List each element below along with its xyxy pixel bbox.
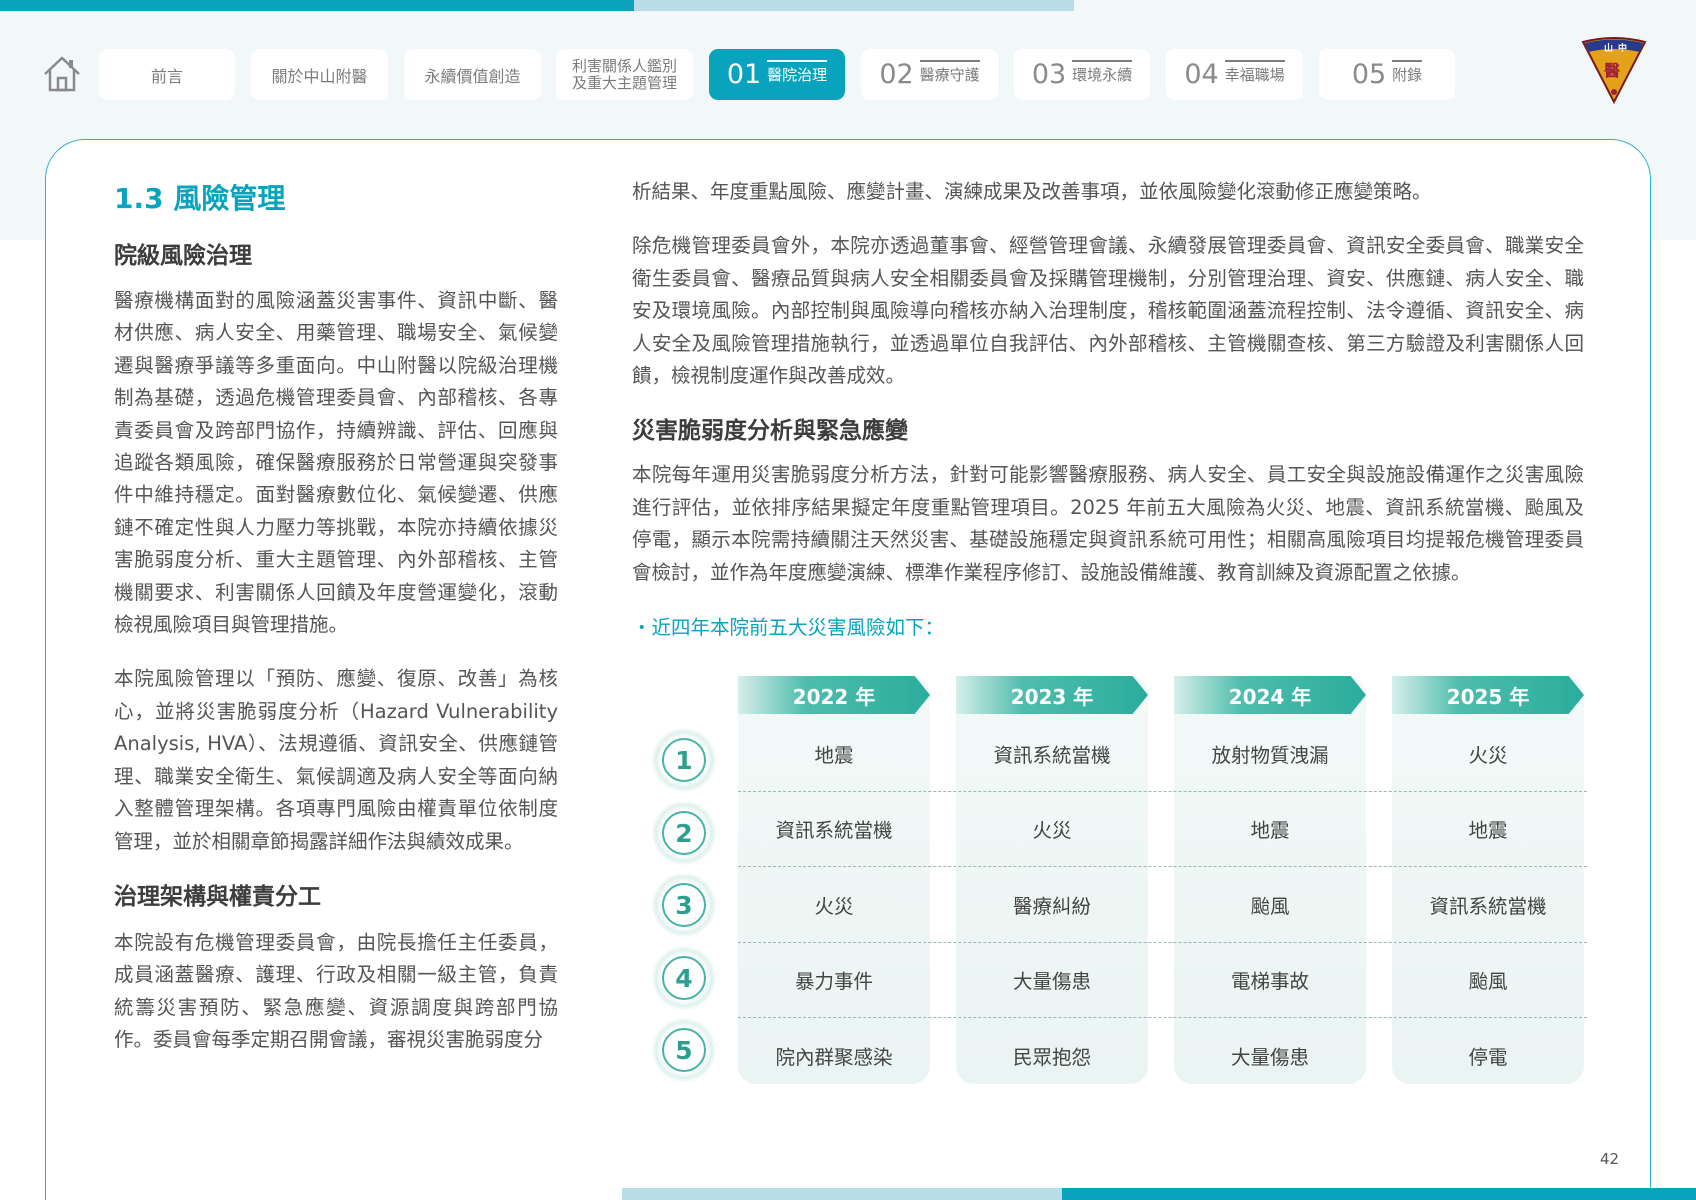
tab-appendix[interactable]: 05 附錄 — [1319, 49, 1455, 100]
tab-label: 永續價值創造 — [424, 66, 521, 86]
rank-number: 2 — [662, 811, 706, 855]
table-cell: 地震 — [1250, 819, 1290, 842]
table-cell: 資訊系統當機 — [993, 744, 1111, 767]
table-cell: 院內群聚感染 — [775, 1046, 893, 1069]
page-number: 42 — [1600, 1150, 1620, 1168]
paragraph: 本院設有危機管理委員會，由院長擔任主任委員，成員涵蓋醫療、護理、行政及相關一級主… — [114, 930, 558, 1052]
svg-text:山: 山 — [1604, 42, 1613, 54]
tab-label: 關於中山附醫 — [271, 66, 368, 86]
rank-badge: 3 — [652, 873, 716, 937]
tab-preface[interactable]: 前言 — [99, 49, 235, 100]
top-accent-bar-light — [634, 0, 1074, 11]
table-cell: 停電 — [1468, 1046, 1508, 1069]
paragraph: 醫療機構面對的風險涵蓋災害事件、資訊中斷、醫材供應、病人安全、用藥管理、職場安全… — [114, 289, 558, 637]
table-cell: 地震 — [814, 744, 854, 767]
heading-risk-governance: 院級風險治理 — [114, 243, 252, 269]
rank-badge: 4 — [652, 946, 716, 1010]
tab-stakeholders[interactable]: 利害關係人鑑別 及重大主題管理 — [556, 49, 693, 100]
tab-label: 環境永續 — [1072, 60, 1133, 85]
tab-number: 02 — [879, 59, 914, 90]
rank-number: 4 — [662, 956, 706, 1000]
table-cell: 大量傷患 — [1012, 970, 1091, 993]
bottom-accent-bar — [1062, 1188, 1696, 1200]
table-cell: 火災 — [1032, 819, 1072, 842]
table-cell: 民眾抱怨 — [1012, 1046, 1091, 1069]
paragraph: 本院每年運用災害脆弱度分析方法，針對可能影響醫療服務、病人安全、員工安全與設施設… — [632, 463, 1584, 584]
tab-number: 05 — [1351, 59, 1387, 90]
tab-environment[interactable]: 03 環境永續 — [1014, 49, 1150, 100]
table-cell: 資訊系統當機 — [1429, 895, 1547, 918]
top-accent-bar — [0, 0, 634, 11]
year-header: 2025 年 — [1392, 676, 1584, 714]
table-cell: 大量傷患 — [1230, 1046, 1309, 1069]
rank-number: 1 — [662, 738, 706, 782]
svg-text:醫: 醫 — [1604, 61, 1620, 80]
home-icon[interactable] — [40, 52, 84, 96]
tab-number: 04 — [1184, 59, 1219, 90]
table-cell: 火災 — [814, 895, 854, 918]
table-cell: 電梯事故 — [1230, 970, 1309, 993]
tab-label: 幸福職場 — [1224, 60, 1285, 85]
year-header: 2022 年 — [738, 676, 930, 714]
year-header: 2023 年 — [956, 676, 1148, 714]
heading-hva: 災害脆弱度分析與緊急應變 — [632, 418, 908, 445]
table-cell: 颱風 — [1468, 970, 1508, 993]
rank-number: 5 — [662, 1028, 706, 1072]
tab-label: 醫療守護 — [919, 60, 980, 85]
tab-medical-care[interactable]: 02 醫療守護 — [861, 49, 998, 100]
tab-label: 醫院治理 — [767, 60, 828, 85]
tab-workplace[interactable]: 04 幸福職場 — [1166, 49, 1303, 100]
table-caption: ・近四年本院前五大災害風險如下： — [632, 616, 945, 640]
heading-governance-structure: 治理架構與權責分工 — [114, 883, 321, 910]
tab-about[interactable]: 關於中山附醫 — [251, 49, 388, 100]
year-header: 2024 年 — [1174, 676, 1366, 714]
paragraph: 析結果、年度重點風險、應變計畫、演練成果及改善事項，並依風險變化滾動修正應變策略… — [632, 180, 1432, 203]
tab-governance[interactable]: 01 醫院治理 — [709, 49, 845, 100]
right-column: 析結果、年度重點風險、應變計畫、演練成果及改善事項，並依風險變化滾動修正應變策略… — [632, 176, 1584, 643]
tab-label: 附錄 — [1392, 60, 1423, 85]
table-cell: 資訊系統當機 — [775, 819, 893, 842]
tab-number: 03 — [1031, 59, 1067, 90]
tab-number: 01 — [726, 59, 762, 90]
table-cell: 地震 — [1468, 819, 1508, 842]
table-cell: 颱風 — [1250, 895, 1290, 918]
svg-text:中: 中 — [1618, 42, 1627, 54]
rank-badge: 2 — [652, 801, 716, 865]
paragraph: 本院風險管理以「預防、應變、復原、改善」為核心，並將災害脆弱度分析（Hazard… — [114, 667, 558, 853]
paragraph: 除危機管理委員會外，本院亦透過董事會、經營管理會議、永續發展管理委員會、資訊安全… — [632, 234, 1584, 388]
table-cell: 放射物質洩漏 — [1211, 744, 1329, 767]
tab-label: 前言 — [150, 66, 183, 86]
table-cell: 暴力事件 — [794, 970, 873, 993]
section-title: 1.3 風險管理 — [114, 182, 286, 215]
tab-label-line2: 及重大主題管理 — [571, 73, 677, 92]
tab-value-creation[interactable]: 永續價值創造 — [404, 49, 541, 100]
bottom-accent-bar-light — [622, 1188, 1062, 1200]
hospital-logo[interactable]: 山 中 醫 — [1580, 36, 1648, 106]
rank-badge: 1 — [652, 728, 716, 792]
table-cell: 火災 — [1468, 744, 1508, 767]
risk-table: 2022 年 2023 年 2024 年 2025 年 1 2 3 4 5 地震… — [652, 676, 1587, 1088]
table-cell: 醫療糾紛 — [1012, 895, 1091, 918]
rank-number: 3 — [662, 883, 706, 927]
rank-badge: 5 — [652, 1018, 716, 1082]
tab-label-line1: 利害關係人鑑別 — [571, 56, 677, 75]
left-column: 1.3 風險管理 院級風險治理 醫療機構面對的風險涵蓋災害事件、資訊中斷、醫材供… — [114, 176, 558, 1057]
